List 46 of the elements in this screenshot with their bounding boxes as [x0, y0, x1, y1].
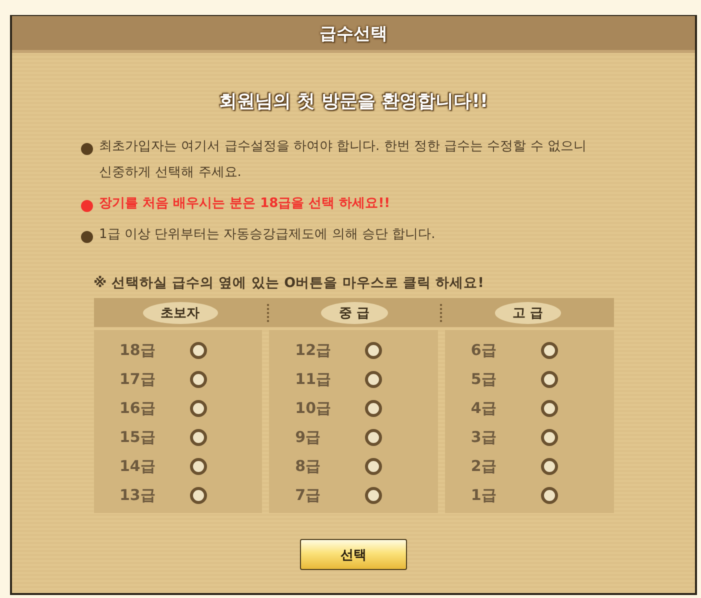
- rank-label: 5급: [470, 370, 498, 389]
- instruction-text: ※ 선택하실 급수의 옆에 있는 O버튼을 마우스로 클릭 하세요!: [94, 274, 485, 292]
- radio-button[interactable]: [540, 429, 558, 446]
- rank-label: 1급: [470, 486, 498, 505]
- column-heading: 고 급: [494, 302, 562, 324]
- radio-button[interactable]: [190, 429, 206, 446]
- rank-label: 17급: [120, 370, 156, 389]
- select-button[interactable]: 선택: [300, 539, 407, 570]
- radio-button[interactable]: [365, 429, 382, 446]
- radio-button[interactable]: [540, 342, 558, 359]
- welcome-heading: 회원님의 첫 방문을 환영합니다!!: [218, 90, 488, 113]
- radio-button[interactable]: [540, 371, 558, 388]
- radio-button[interactable]: [190, 458, 206, 475]
- rank-label: 4급: [470, 399, 498, 418]
- rank-label: 12급: [295, 341, 332, 360]
- rank-label: 9급: [295, 428, 322, 447]
- radio-button[interactable]: [190, 371, 206, 388]
- radio-button[interactable]: [365, 487, 382, 504]
- notice-text: 1급 이상 단위부터는 자동승강급제도에 의해 승단 합니다.: [99, 226, 436, 244]
- radio-button[interactable]: [190, 487, 206, 504]
- radio-button[interactable]: [365, 342, 382, 359]
- rank-label: 15급: [120, 428, 156, 447]
- window-title: 급수선택: [320, 22, 388, 44]
- rank-label: 7급: [295, 486, 322, 505]
- column-heading: 중 급: [321, 302, 388, 324]
- radio-button[interactable]: [365, 371, 382, 388]
- radio-button[interactable]: [540, 458, 558, 475]
- rank-label: 18급: [120, 341, 156, 360]
- notice-text: 최초가입자는 여기서 급수설정을 하여야 합니다. 한번 정한 급수는 수정할 수 없으니 신중하게 선택해 주세요.: [99, 138, 588, 182]
- radio-button[interactable]: [190, 400, 206, 417]
- rank-label: 11급: [295, 370, 332, 389]
- radio-button[interactable]: [540, 487, 558, 504]
- rank-label: 6급: [470, 341, 498, 360]
- rank-label: 2급: [470, 457, 498, 476]
- radio-button[interactable]: [365, 400, 382, 417]
- rank-label: 10급: [295, 399, 332, 418]
- radio-button[interactable]: [365, 458, 382, 475]
- notice-text: 장기를 처음 배우시는 분은 18급을 선택 하세요!!: [99, 195, 390, 213]
- radio-button[interactable]: [190, 342, 206, 359]
- rank-label: 13급: [120, 486, 156, 505]
- rank-label: 8급: [295, 457, 322, 476]
- radio-button[interactable]: [540, 400, 558, 417]
- rank-label: 14급: [120, 457, 156, 476]
- column-heading: 초보자: [142, 302, 218, 324]
- rank-label: 3급: [470, 428, 498, 447]
- rank-label: 16급: [120, 399, 156, 418]
